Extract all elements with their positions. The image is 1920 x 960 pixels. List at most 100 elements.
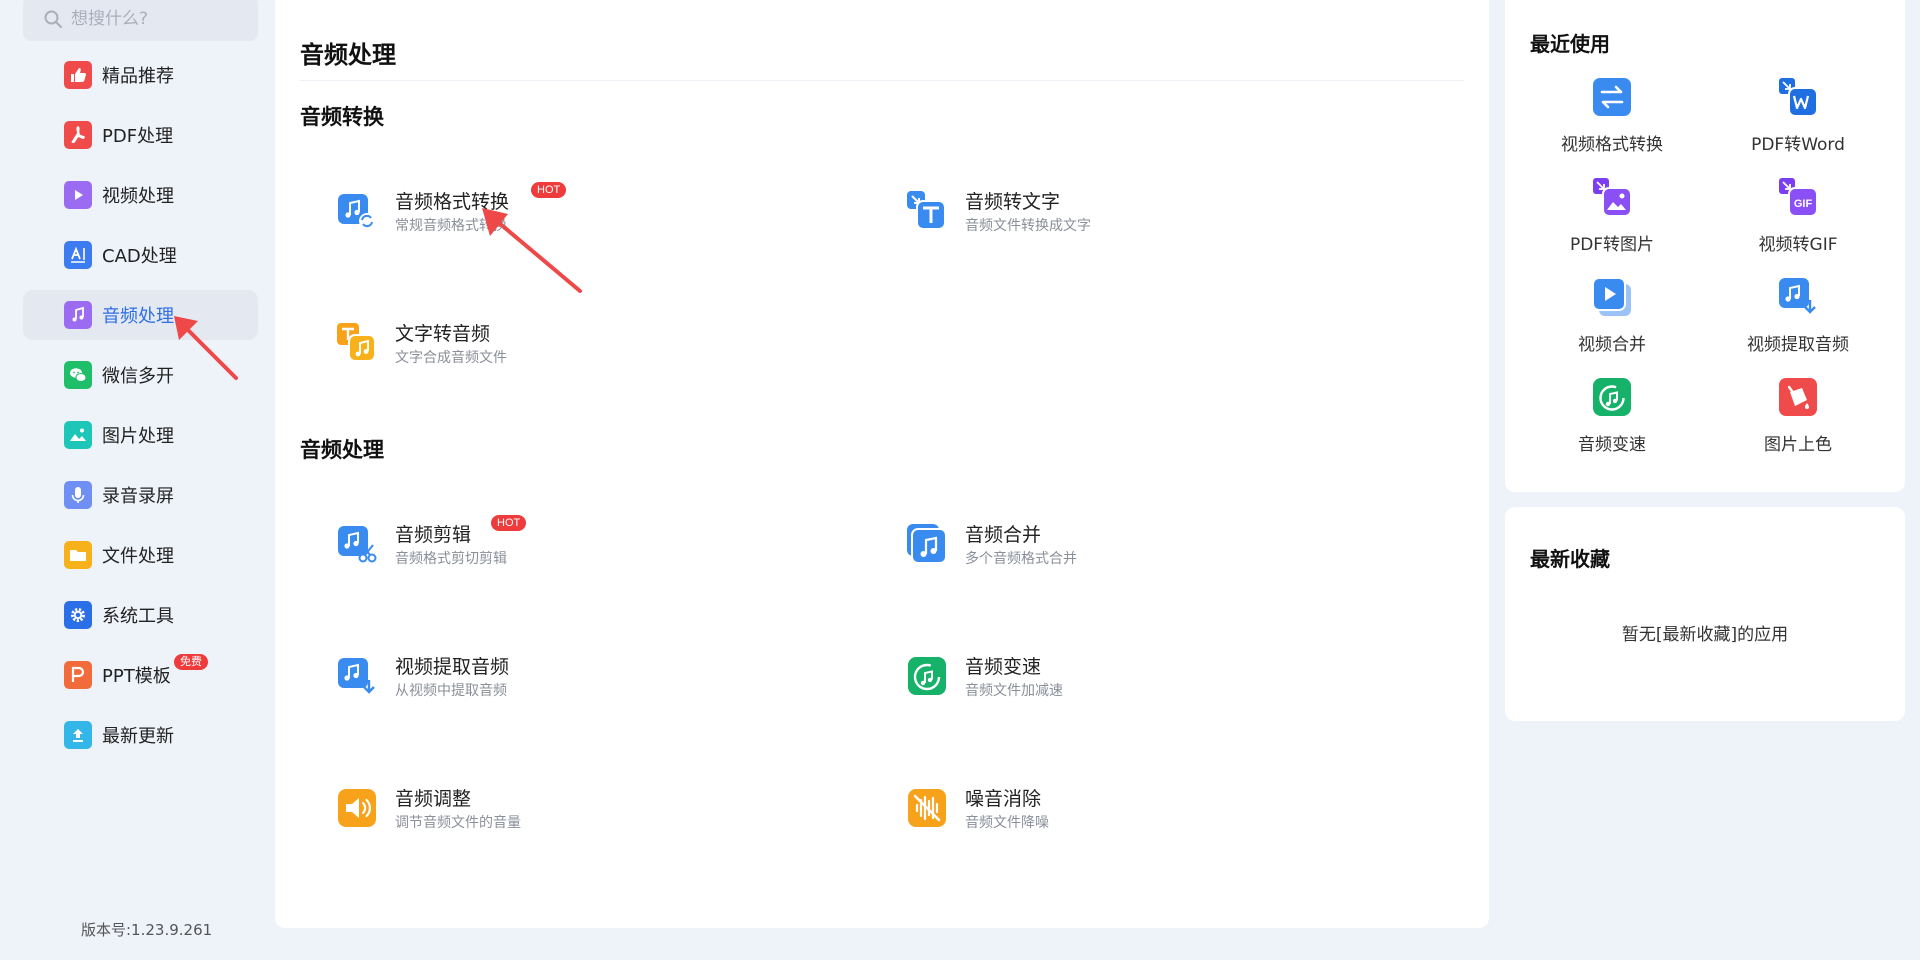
cad-icon (64, 241, 92, 269)
sidebar-item-video[interactable]: 视频处理 (23, 170, 258, 220)
recent-item-label: 音频变速 (1578, 435, 1646, 455)
hot-badge: HOT (531, 182, 567, 198)
sidebar-item-label: 微信多开 (102, 366, 174, 387)
tool-desc: 文字合成音频文件 (395, 350, 507, 366)
sidebar-item-updates[interactable]: 最新更新 (23, 710, 258, 760)
tool-name: 音频格式转换 (395, 191, 510, 213)
denoise-icon (908, 789, 946, 827)
recent-item-image-colorize[interactable]: 图片上色 (1723, 378, 1873, 455)
favorites-empty-text: 暂无[最新收藏]的应用 (1621, 625, 1789, 645)
sidebar-item-image[interactable]: 图片处理 (23, 410, 258, 460)
tool-desc: 调节音频文件的音量 (395, 815, 521, 831)
favorites-panel: 最新收藏 暂无[最新收藏]的应用 (1505, 507, 1905, 721)
tool-desc: 音频格式剪切剪辑 (395, 551, 507, 567)
sidebar-item-label: 系统工具 (102, 606, 174, 627)
recent-item-pdf-to-word[interactable]: PDF转Word (1723, 78, 1873, 155)
section-title-audio-convert: 音频转换 (300, 105, 384, 129)
recent-item-audio-speed[interactable]: 音频变速 (1537, 378, 1687, 455)
text-to-audio-icon (337, 323, 376, 362)
recent-panel: 最近使用 视频格式转换 PDF转Word PDF转图片 GIF 视频转GIF 视… (1505, 0, 1905, 492)
search-icon (44, 10, 62, 28)
tool-video-extract-audio[interactable]: 视频提取音频 从视频中提取音频 (337, 654, 757, 701)
tool-desc: 音频文件降噪 (965, 815, 1049, 831)
pdf-to-image-icon (1593, 178, 1632, 217)
sidebar-item-audio[interactable]: 音频处理 (23, 290, 258, 340)
tool-audio-cut[interactable]: 音频剪辑 音频格式剪切剪辑 HOT (337, 515, 757, 569)
microphone-icon (64, 481, 92, 509)
recent-item-label: PDF转图片 (1569, 235, 1655, 255)
tool-audio-volume[interactable]: 音频调整 调节音频文件的音量 (337, 786, 757, 833)
pdf-to-word-icon (1779, 78, 1818, 117)
main-panel: 音频处理 音频转换 音频格式转换 常规音频格式转换 HOT 音频转文字 音频文件… (275, 0, 1489, 928)
sidebar-item-label: 图片处理 (102, 426, 174, 447)
search-input[interactable] (71, 8, 251, 29)
recent-item-label: 视频合并 (1578, 335, 1646, 355)
tool-desc: 音频文件转换成文字 (965, 218, 1091, 234)
sidebar-item-system-tools[interactable]: 系统工具 (23, 590, 258, 640)
tool-desc: 常规音频格式转换 (395, 218, 507, 234)
recent-item-video-format-convert[interactable]: 视频格式转换 (1537, 78, 1687, 155)
ppt-icon (64, 661, 92, 689)
sidebar-item-label: 文件处理 (102, 546, 174, 567)
sidebar: 精品推荐 PDF处理 视频处理 CAD处理 音频处理 (0, 0, 275, 960)
music-note-icon (64, 301, 92, 329)
sidebar-nav: 精品推荐 PDF处理 视频处理 CAD处理 音频处理 微信多开 图片处理 录音录… (23, 50, 258, 770)
tool-name: 噪音消除 (965, 788, 1042, 810)
sidebar-item-record[interactable]: 录音录屏 (23, 470, 258, 520)
extract-audio-icon (1779, 278, 1816, 314)
tool-name: 音频转文字 (965, 191, 1061, 213)
recent-item-label: PDF转Word (1751, 135, 1845, 155)
extract-audio-icon (338, 658, 375, 694)
tool-name: 音频变速 (965, 656, 1042, 678)
tool-name: 音频合并 (965, 524, 1042, 546)
audio-speed-icon (1593, 378, 1631, 416)
audio-convert-icon (338, 194, 375, 229)
audio-to-text-icon (907, 191, 946, 230)
recent-item-video-extract-audio[interactable]: 视频提取音频 (1723, 278, 1873, 355)
recent-item-label: 视频提取音频 (1747, 335, 1849, 355)
tool-desc: 音频文件加减速 (965, 683, 1063, 699)
recent-item-label: 图片上色 (1764, 435, 1832, 455)
sidebar-item-label: 最新更新 (102, 726, 174, 747)
page-title: 音频处理 (300, 41, 396, 69)
tool-audio-to-text[interactable]: 音频转文字 音频文件转换成文字 (907, 189, 1327, 236)
gear-icon (64, 601, 92, 629)
tool-audio-merge[interactable]: 音频合并 多个音频格式合并 (907, 522, 1327, 569)
section-title-audio-process: 音频处理 (300, 438, 384, 462)
audio-merge-icon (907, 524, 947, 564)
tool-audio-format-convert[interactable]: 音频格式转换 常规音频格式转换 HOT (337, 182, 757, 236)
divider (300, 80, 1464, 81)
recent-item-label: 视频转GIF (1758, 235, 1838, 255)
sidebar-item-pdf[interactable]: PDF处理 (23, 110, 258, 160)
sidebar-item-label: CAD处理 (102, 246, 177, 267)
swap-icon (1593, 78, 1631, 116)
recent-item-video-to-gif[interactable]: GIF 视频转GIF (1723, 178, 1873, 255)
pdf-icon (64, 121, 92, 149)
sidebar-item-file[interactable]: 文件处理 (23, 530, 258, 580)
sidebar-item-label: 录音录屏 (102, 486, 174, 507)
tool-text-to-audio[interactable]: 文字转音频 文字合成音频文件 (337, 321, 757, 368)
sidebar-item-featured[interactable]: 精品推荐 (23, 50, 258, 100)
svg-text:GIF: GIF (1794, 198, 1813, 210)
hot-badge: HOT (491, 515, 527, 531)
recent-item-video-merge[interactable]: 视频合并 (1537, 277, 1687, 355)
video-to-gif-icon: GIF (1779, 178, 1818, 217)
video-merge-icon (1592, 277, 1631, 316)
folder-icon (64, 541, 92, 569)
sidebar-item-label: 精品推荐 (102, 66, 174, 87)
sidebar-item-label: 视频处理 (102, 186, 174, 207)
audio-speed-icon (908, 657, 946, 695)
free-badge: 免费 (174, 654, 208, 670)
wechat-icon (64, 361, 92, 389)
sidebar-item-wechat[interactable]: 微信多开 (23, 350, 258, 400)
search-box[interactable] (23, 0, 258, 41)
tool-noise-removal[interactable]: 噪音消除 音频文件降噪 (907, 786, 1327, 833)
tool-name: 音频剪辑 (395, 524, 472, 546)
tool-audio-speed[interactable]: 音频变速 音频文件加减速 (907, 654, 1327, 701)
volume-icon (338, 789, 376, 827)
recent-item-pdf-to-image[interactable]: PDF转图片 (1537, 178, 1687, 255)
sidebar-item-label: PPT模板 (102, 666, 171, 687)
sidebar-item-cad[interactable]: CAD处理 (23, 230, 258, 280)
sidebar-item-label: 音频处理 (102, 306, 174, 327)
sidebar-item-ppt[interactable]: PPT模板 免费 (23, 650, 258, 700)
